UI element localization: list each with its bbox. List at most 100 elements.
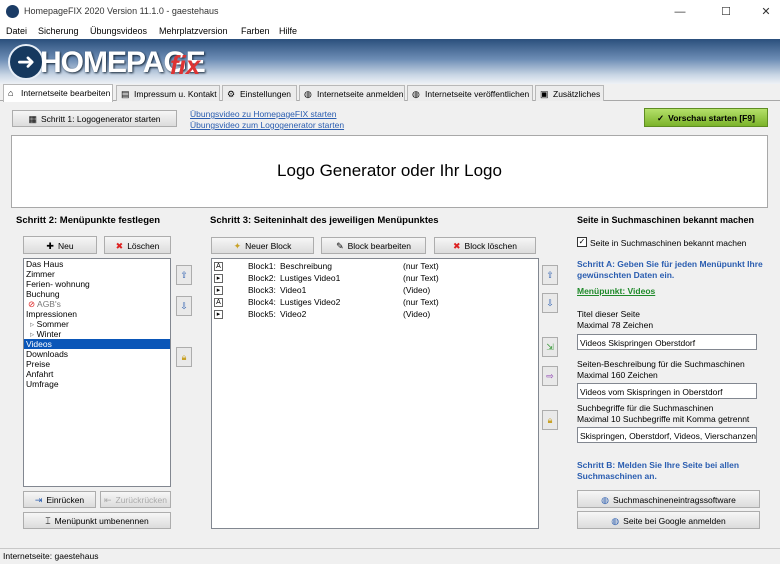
- block-import-icon[interactable]: ⇲: [542, 337, 558, 357]
- block-lock-icon[interactable]: 🔒︎: [542, 410, 558, 430]
- logo-preview-area[interactable]: Logo Generator oder Ihr Logo: [11, 135, 768, 208]
- document-icon: ▤: [121, 89, 130, 99]
- page-title-limit: Maximal 78 Zeichen: [577, 320, 654, 330]
- table-row[interactable]: A Block1: Beschreibung (nur Text): [212, 260, 538, 272]
- media-block-icon: ▸: [214, 274, 223, 284]
- table-row[interactable]: ▸ Block3: Video1 (Video): [212, 284, 538, 296]
- search-engine-software-button[interactable]: ◍ Suchmaschineneintragssoftware: [577, 490, 760, 508]
- delete-block-button[interactable]: ✖ Block löschen: [434, 237, 536, 254]
- sub-arrow-icon: ▹: [30, 319, 35, 329]
- page-title-label: Titel dieser Seite: [577, 309, 640, 319]
- brand-logo-suffix: fix: [170, 50, 201, 80]
- rename-menu-item-button[interactable]: ⌶ Menüpunkt umbenennen: [23, 512, 171, 529]
- menu-datei[interactable]: Datei: [6, 26, 27, 36]
- status-text: Internetseite: gaestehaus: [3, 551, 99, 561]
- tab-einstellungen[interactable]: ⚙ Einstellungen: [222, 85, 297, 101]
- description-input[interactable]: Videos vom Skispringen in Oberstdorf: [577, 383, 757, 399]
- list-item[interactable]: ▹ Winter: [24, 329, 170, 339]
- move-up-icon[interactable]: ⇧: [176, 265, 192, 285]
- list-item[interactable]: Downloads: [24, 349, 170, 359]
- video-homepagefix-link[interactable]: Übungsvideo zu HomepageFIX starten: [190, 109, 336, 119]
- seo-step-b: Schritt B: Melden Sie Ihre Seite bei all…: [577, 460, 740, 481]
- new-item-icon: ✚: [46, 241, 54, 251]
- menu-mehrplatzversion[interactable]: Mehrplatzversion: [159, 26, 228, 36]
- maximize-button[interactable]: ☐: [706, 0, 746, 24]
- delete-menu-item-button[interactable]: ✖ Löschen: [104, 236, 171, 254]
- table-row[interactable]: ▸ Block2: Lustiges Video1 (nur Text): [212, 272, 538, 284]
- move-down-icon[interactable]: ⇩: [176, 296, 192, 316]
- globe-icon: ◍: [304, 89, 312, 99]
- list-item[interactable]: Buchung: [24, 289, 170, 299]
- block-list[interactable]: A Block1: Beschreibung (nur Text) ▸ Block2: L…: [211, 258, 539, 529]
- table-row[interactable]: ▸ Block5: Video2 (Video): [212, 308, 538, 320]
- table-row[interactable]: A Block4: Lustiges Video2 (nur Text): [212, 296, 538, 308]
- description-limit: Maximal 160 Zeichen: [577, 370, 658, 380]
- page-title-input[interactable]: Videos Skispringen Oberstdorf: [577, 334, 757, 350]
- outdent-icon: ⇤: [103, 495, 112, 505]
- google-register-button[interactable]: ◍ Seite bei Google anmelden: [577, 511, 760, 529]
- close-button[interactable]: ✕: [746, 0, 780, 24]
- new-menu-item-button[interactable]: ✚ Neu: [23, 236, 97, 254]
- list-item[interactable]: Impressionen: [24, 309, 170, 319]
- menu-sicherung[interactable]: Sicherung: [38, 26, 79, 36]
- logogenerator-start-button[interactable]: ▦ Schritt 1: Logogenerator starten: [12, 110, 177, 127]
- block-export-icon[interactable]: ⇨: [542, 366, 558, 386]
- list-item[interactable]: Preise: [24, 359, 170, 369]
- text-block-icon: A: [214, 298, 223, 308]
- list-item[interactable]: Umfrage: [24, 379, 170, 389]
- block-move-down-icon[interactable]: ⇩: [542, 293, 558, 313]
- window-title: HomepageFIX 2020 Version 11.1.0 - gaeste…: [24, 6, 219, 16]
- globe-icon: ◍: [601, 495, 609, 505]
- status-bar: Internetseite: gaestehaus: [0, 548, 780, 564]
- keywords-label: Suchbegriffe für die Suchmaschinen: [577, 403, 714, 413]
- step2-title: Schritt 2: Menüpunkte festlegen: [16, 215, 161, 226]
- menu-hilfe[interactable]: Hilfe: [279, 26, 297, 36]
- hidden-item-icon: ⊘: [28, 299, 36, 309]
- menu-item-list[interactable]: Das Haus Zimmer Ferien- wohnung Buchung …: [23, 258, 171, 487]
- tab-internetseite-anmelden[interactable]: ◍ Internetseite anmelden: [299, 85, 405, 101]
- edit-block-button[interactable]: ✎ Block bearbeiten: [321, 237, 426, 254]
- block-move-up-icon[interactable]: ⇧: [542, 265, 558, 285]
- indent-button[interactable]: ⇥ Einrücken: [23, 491, 96, 508]
- check-circle-icon: ✓: [657, 113, 665, 123]
- menu-farben[interactable]: Farben: [241, 26, 270, 36]
- image-icon: ▣: [540, 89, 549, 99]
- list-item[interactable]: ⊘ AGB's: [24, 299, 170, 309]
- menu-uebungsvideos[interactable]: Übungsvideos: [90, 26, 147, 36]
- list-item[interactable]: Ferien- wohnung: [24, 279, 170, 289]
- seo-title: Seite in Suchmaschinen bekannt machen: [577, 215, 755, 225]
- delete-block-icon: ✖: [453, 241, 461, 251]
- description-label: Seiten-Beschreibung für die Suchmaschine…: [577, 359, 745, 369]
- logo-placeholder-text: Logo Generator oder Ihr Logo: [277, 161, 502, 180]
- seo-menu-point: Menüpunkt: Videos: [577, 286, 656, 296]
- arrow-logo-icon: ➜: [8, 44, 44, 80]
- tab-impressum[interactable]: ▤ Impressum u. Kontakt: [116, 85, 220, 101]
- list-item[interactable]: Anfahrt: [24, 369, 170, 379]
- lock-icon[interactable]: 🔒︎: [176, 347, 192, 367]
- list-item[interactable]: Das Haus: [24, 259, 170, 269]
- globe-icon: ◍: [412, 89, 420, 99]
- tab-zusaetzliches[interactable]: ▣ Zusätzliches: [535, 85, 604, 101]
- outdent-button[interactable]: ⇤ Zurückrücken: [100, 491, 171, 508]
- gear-icon: ⚙: [227, 89, 236, 99]
- new-block-icon: ✦: [233, 241, 242, 251]
- minimize-button[interactable]: —: [660, 0, 700, 24]
- tab-internetseite-veroeffentlichen[interactable]: ◍ Internetseite veröffentlichen: [407, 85, 533, 101]
- seo-checkbox-label: Seite in Suchmaschinen bekannt machen: [590, 238, 747, 248]
- seo-checkbox[interactable]: ✓: [577, 237, 587, 247]
- indent-icon: ⇥: [34, 495, 43, 505]
- list-item[interactable]: Zimmer: [24, 269, 170, 279]
- keywords-input[interactable]: Skispringen, Oberstdorf, Videos, Viersch…: [577, 427, 757, 443]
- sub-arrow-icon: ▹: [30, 329, 35, 339]
- list-item[interactable]: ▹ Sommer: [24, 319, 170, 329]
- new-block-button[interactable]: ✦ Neuer Block: [211, 237, 314, 254]
- video-block-icon: ▸: [214, 310, 223, 320]
- list-item-selected[interactable]: Videos: [24, 339, 170, 349]
- logo-generator-icon: ▦: [28, 114, 37, 124]
- home-icon: ⌂: [8, 88, 14, 98]
- step3-title: Schritt 3: Seiteninhalt des jeweiligen M…: [210, 215, 439, 226]
- preview-button[interactable]: ✓ Vorschau starten [F9]: [644, 108, 768, 127]
- tab-internetseite-bearbeiten[interactable]: ⌂ Internetseite bearbeiten: [3, 84, 113, 102]
- video-logogenerator-link[interactable]: Übungsvideo zum Logogenerator starten: [190, 120, 344, 130]
- seo-step-a: Schritt A: Geben Sie für jeden Menüpunkt…: [577, 259, 763, 280]
